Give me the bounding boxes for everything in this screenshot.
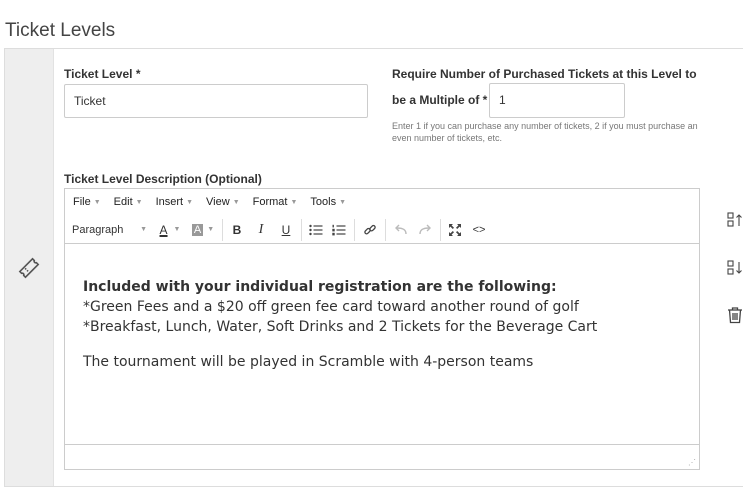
content-heading: Included with your individual registrati…: [83, 279, 557, 295]
block-format-value: Paragraph: [72, 223, 124, 236]
numbered-list-button[interactable]: [327, 218, 351, 242]
chevron-down-icon: ▼: [93, 198, 101, 206]
bold-button[interactable]: B: [226, 218, 248, 242]
code-icon: <>: [472, 223, 486, 236]
menu-insert-label: Insert: [155, 196, 184, 208]
editor-menubar: File ▼ Edit ▼ Insert ▼ View ▼ Format ▼ Tools ▼: [65, 189, 699, 215]
chevron-down-icon: ▼: [173, 226, 181, 233]
menu-tools-label: Tools: [310, 196, 337, 208]
content-line: *Breakfast, Lunch, Water, Soft Drinks an…: [83, 319, 598, 335]
trash-icon[interactable]: [726, 306, 743, 324]
toolbar-separator: [222, 218, 223, 241]
multiple-help-line1: Enter 1 if you can purchase any number o…: [392, 121, 698, 131]
chevron-down-icon: ▼: [232, 198, 240, 206]
undo-icon: [395, 224, 407, 234]
menu-edit[interactable]: Edit ▼: [114, 196, 143, 208]
resize-handle-icon[interactable]: ⋰: [688, 458, 696, 467]
link-icon: [364, 224, 376, 234]
content-paragraph: The tournament will be played in Scrambl…: [83, 354, 534, 370]
menu-file[interactable]: File ▼: [73, 196, 101, 208]
move-down-icon[interactable]: [726, 259, 743, 277]
ticket-level-input[interactable]: Ticket: [64, 84, 368, 118]
numbered-list-icon: [332, 224, 346, 235]
menu-format-label: Format: [252, 196, 288, 208]
ticket-level-label: Ticket Level *: [64, 67, 141, 81]
rich-text-editor: File ▼ Edit ▼ Insert ▼ View ▼ Format ▼ Tools ▼…: [64, 188, 700, 470]
highlight-color-button[interactable]: A ▼: [187, 218, 219, 242]
chevron-down-icon: ▼: [339, 198, 347, 206]
bullet-list-button[interactable]: [305, 218, 327, 242]
description-label: Ticket Level Description (Optional): [64, 172, 262, 186]
source-code-button[interactable]: <>: [466, 218, 492, 242]
toolbar-separator: [301, 218, 302, 241]
editor-statusbar: ⋰: [65, 444, 699, 469]
chevron-down-icon: ▼: [290, 198, 298, 206]
toolbar-separator: [354, 218, 355, 241]
multiple-input[interactable]: 1: [489, 83, 625, 118]
multiple-help: Enter 1 if you can purchase any number o…: [392, 120, 702, 144]
ticket-icon: [18, 257, 40, 279]
multiple-label-line2: be a Multiple of *: [392, 93, 488, 107]
toolbar-separator: [385, 218, 386, 241]
chevron-down-icon: ▼: [186, 198, 194, 206]
editor-toolbar: Paragraph ▼ A ▼ A ▼ B I U <>: [65, 216, 699, 244]
fullscreen-icon: [449, 223, 461, 236]
menu-tools[interactable]: Tools ▼: [310, 196, 346, 208]
menu-format[interactable]: Format ▼: [253, 196, 298, 208]
underline-icon: U: [281, 222, 291, 237]
bold-icon: B: [232, 222, 242, 237]
menu-view-label: View: [206, 196, 230, 208]
chevron-down-icon: ▼: [135, 198, 143, 206]
menu-edit-label: Edit: [113, 196, 133, 208]
content-line: *Green Fees and a $20 off green fee card…: [83, 299, 579, 315]
text-color-button[interactable]: A ▼: [153, 218, 187, 242]
text-color-icon: A: [159, 222, 168, 237]
link-button[interactable]: [358, 218, 382, 242]
editor-content[interactable]: Included with your individual registrati…: [83, 277, 597, 372]
redo-button[interactable]: [413, 218, 437, 242]
undo-button[interactable]: [389, 218, 413, 242]
drag-handle[interactable]: [5, 49, 54, 486]
redo-icon: [419, 224, 431, 234]
chevron-down-icon: ▼: [140, 226, 147, 233]
menu-view[interactable]: View ▼: [206, 196, 240, 208]
menu-insert[interactable]: Insert ▼: [156, 196, 193, 208]
italic-button[interactable]: I: [248, 218, 274, 242]
multiple-help-line2: even number of tickets, etc.: [392, 133, 503, 143]
menu-file-label: File: [73, 196, 91, 208]
block-format-select[interactable]: Paragraph ▼: [65, 218, 153, 242]
section-title: Ticket Levels: [5, 20, 116, 41]
toolbar-separator: [440, 218, 441, 241]
multiple-label-line1: Require Number of Purchased Tickets at t…: [392, 67, 697, 81]
highlight-color-icon: A: [191, 223, 204, 236]
fullscreen-button[interactable]: [444, 218, 466, 242]
chevron-down-icon: ▼: [207, 226, 215, 233]
underline-button[interactable]: U: [274, 218, 298, 242]
italic-icon: I: [258, 221, 264, 237]
bullet-list-icon: [309, 224, 323, 235]
move-up-icon[interactable]: [726, 211, 743, 229]
